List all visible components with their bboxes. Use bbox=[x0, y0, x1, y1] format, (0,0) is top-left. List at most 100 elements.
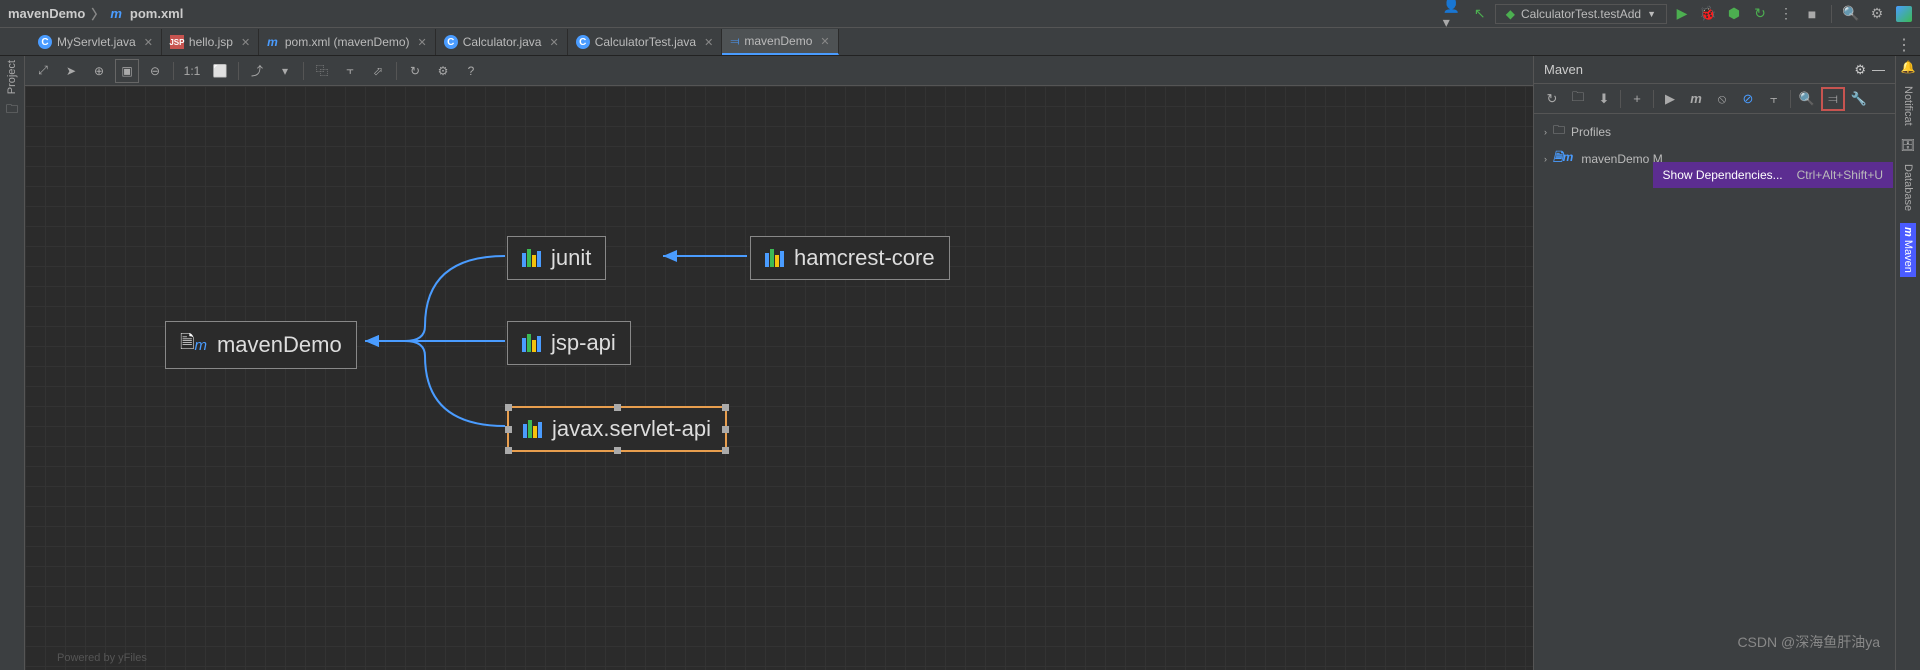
node-hamcrest-label: hamcrest-core bbox=[794, 245, 935, 271]
export-icon[interactable]: ⬀ bbox=[366, 59, 390, 83]
tab-calculator-test[interactable]: CCalculatorTest.java✕ bbox=[568, 29, 723, 55]
avatar-icon[interactable] bbox=[1896, 6, 1912, 22]
folder-icon[interactable]: 🗀 bbox=[6, 100, 18, 121]
sidebar-maven[interactable]: m Maven bbox=[1900, 223, 1916, 277]
profile-button[interactable]: ↻ bbox=[1749, 3, 1771, 25]
tab-myservlet[interactable]: CMyServlet.java✕ bbox=[30, 29, 162, 55]
refresh-icon[interactable]: ↻ bbox=[403, 59, 427, 83]
zoom-in-icon[interactable]: ⊕ bbox=[87, 59, 111, 83]
maven-toolbar: ↻ 🗀 ⬇ + ▶ m ⦸ ⊘ ⫟ 🔍 ⫤ 🔧 bbox=[1534, 84, 1895, 114]
breadcrumb[interactable]: mavenDemo 〉 m pom.xml bbox=[8, 4, 183, 23]
node-jsp[interactable]: jsp-api bbox=[507, 321, 631, 365]
node-junit-label: junit bbox=[551, 245, 591, 271]
hammer-icon[interactable]: ↖ bbox=[1469, 3, 1491, 25]
node-junit[interactable]: junit bbox=[507, 236, 606, 280]
class-icon: C bbox=[576, 35, 590, 49]
separator bbox=[1620, 90, 1621, 108]
layout-icon[interactable]: ⤴ bbox=[245, 59, 269, 83]
download-icon[interactable]: ⬇ bbox=[1592, 87, 1616, 111]
collapse-icon[interactable]: ⫟ bbox=[1762, 87, 1786, 111]
notification-bell-icon[interactable]: 🔔 bbox=[1901, 60, 1916, 74]
database-icon[interactable]: 🗄 bbox=[1900, 138, 1915, 152]
fit-content-icon[interactable]: ⬜ bbox=[208, 59, 232, 83]
show-dependencies-button[interactable]: ⫤ bbox=[1821, 87, 1845, 111]
settings-icon[interactable]: ⚙ bbox=[431, 59, 455, 83]
node-hamcrest[interactable]: hamcrest-core bbox=[750, 236, 950, 280]
node-root[interactable]: 🗎m mavenDemo bbox=[165, 321, 357, 369]
close-icon[interactable]: ✕ bbox=[549, 36, 558, 49]
run-config-label: CalculatorTest.testAdd bbox=[1521, 7, 1641, 21]
stop-button[interactable]: ■ bbox=[1801, 3, 1823, 25]
user-icon[interactable]: 👤▾ bbox=[1443, 3, 1465, 25]
separator bbox=[1831, 5, 1832, 23]
folder-icon: 🗀 bbox=[1553, 121, 1565, 142]
toggle-offline-icon[interactable]: ⦸ bbox=[1710, 87, 1734, 111]
separator bbox=[303, 62, 304, 80]
tree-icon[interactable]: ⫟ bbox=[338, 59, 362, 83]
skip-tests-icon[interactable]: ⊘ bbox=[1736, 87, 1760, 111]
selection-handle[interactable] bbox=[722, 404, 729, 411]
run-config-dropdown[interactable]: ◆ CalculatorTest.testAdd ▼ bbox=[1495, 4, 1667, 24]
maven-file-icon: m bbox=[110, 6, 122, 21]
more-run-icon[interactable]: ⋮ bbox=[1775, 3, 1797, 25]
separator bbox=[173, 62, 174, 80]
selection-handle[interactable] bbox=[505, 426, 512, 433]
debug-button[interactable]: 🐞 bbox=[1697, 3, 1719, 25]
close-icon[interactable]: ✕ bbox=[241, 36, 250, 49]
selection-handle[interactable] bbox=[614, 404, 621, 411]
selection-handle[interactable] bbox=[722, 426, 729, 433]
tabs-menu-icon[interactable]: ⋮ bbox=[1888, 35, 1920, 55]
close-icon[interactable]: ✕ bbox=[418, 36, 427, 49]
chevron-down-icon: ▼ bbox=[1647, 9, 1656, 19]
fit-icon[interactable]: ▣ bbox=[115, 59, 139, 83]
gear-icon[interactable]: ⚙ bbox=[1866, 3, 1888, 25]
cursor-icon[interactable]: ➤ bbox=[59, 59, 83, 83]
tab-hello-jsp[interactable]: JSPhello.jsp✕ bbox=[162, 29, 259, 55]
node-servlet[interactable]: javax.servlet-api bbox=[507, 406, 727, 452]
layout-down-icon[interactable]: ▾ bbox=[273, 59, 297, 83]
tooltip-text: Show Dependencies... bbox=[1663, 168, 1783, 182]
close-icon[interactable]: ✕ bbox=[820, 35, 829, 48]
add-icon[interactable]: + bbox=[1625, 87, 1649, 111]
selection-handle[interactable] bbox=[614, 447, 621, 454]
selection-handle[interactable] bbox=[505, 404, 512, 411]
close-icon[interactable]: ✕ bbox=[144, 36, 153, 49]
run-goal-icon[interactable]: ▶ bbox=[1658, 87, 1682, 111]
sidebar-project[interactable]: Project bbox=[6, 60, 18, 94]
library-icon bbox=[523, 420, 542, 438]
tooltip: Show Dependencies... Ctrl+Alt+Shift+U bbox=[1653, 162, 1893, 188]
maven-panel-title: Maven bbox=[1544, 62, 1583, 77]
node-servlet-label: javax.servlet-api bbox=[552, 416, 711, 442]
search-icon[interactable]: 🔍 bbox=[1840, 3, 1862, 25]
maven-m-icon[interactable]: m bbox=[1684, 87, 1708, 111]
find-icon[interactable]: 🔍 bbox=[1795, 87, 1819, 111]
coverage-button[interactable]: ⬢ bbox=[1723, 3, 1745, 25]
generate-sources-icon[interactable]: 🗀 bbox=[1566, 87, 1590, 111]
tab-mavendemo-diagram[interactable]: ⫤mavenDemo✕ bbox=[722, 29, 838, 55]
separator bbox=[238, 62, 239, 80]
breadcrumb-project[interactable]: mavenDemo bbox=[8, 6, 85, 21]
copy-icon[interactable]: ⿻ bbox=[310, 59, 334, 83]
gear-icon[interactable]: ⚙ bbox=[1854, 62, 1866, 78]
close-icon[interactable]: ✕ bbox=[704, 36, 713, 49]
tab-calculator[interactable]: CCalculator.java✕ bbox=[436, 29, 568, 55]
help-icon[interactable]: ? bbox=[459, 59, 483, 83]
selection-handle[interactable] bbox=[722, 447, 729, 454]
tab-pom-xml[interactable]: mpom.xml (mavenDemo)✕ bbox=[259, 29, 436, 55]
sidebar-database[interactable]: Database bbox=[1900, 160, 1916, 215]
reload-icon[interactable]: ↻ bbox=[1540, 87, 1564, 111]
selection-handle[interactable] bbox=[505, 447, 512, 454]
minimize-icon[interactable]: — bbox=[1872, 62, 1885, 78]
wrench-icon[interactable]: 🔧 bbox=[1847, 87, 1871, 111]
zoom-out-icon[interactable]: ⊖ bbox=[143, 59, 167, 83]
library-icon bbox=[522, 249, 541, 267]
sidebar-notifications[interactable]: Notificat bbox=[1900, 82, 1916, 130]
expand-icon[interactable]: ⤢ bbox=[31, 59, 55, 83]
run-button[interactable]: ▶ bbox=[1671, 3, 1693, 25]
watermark: CSDN @深海鱼肝油ya bbox=[1737, 632, 1880, 652]
tree-profiles[interactable]: › 🗀 Profiles bbox=[1534, 118, 1895, 145]
breadcrumb-file[interactable]: pom.xml bbox=[130, 6, 183, 21]
scale-11-icon[interactable]: 1:1 bbox=[180, 59, 204, 83]
diagram-canvas[interactable]: 🗎m mavenDemo junit jsp-api javax.servlet… bbox=[25, 86, 1533, 670]
tooltip-shortcut: Ctrl+Alt+Shift+U bbox=[1797, 168, 1883, 182]
